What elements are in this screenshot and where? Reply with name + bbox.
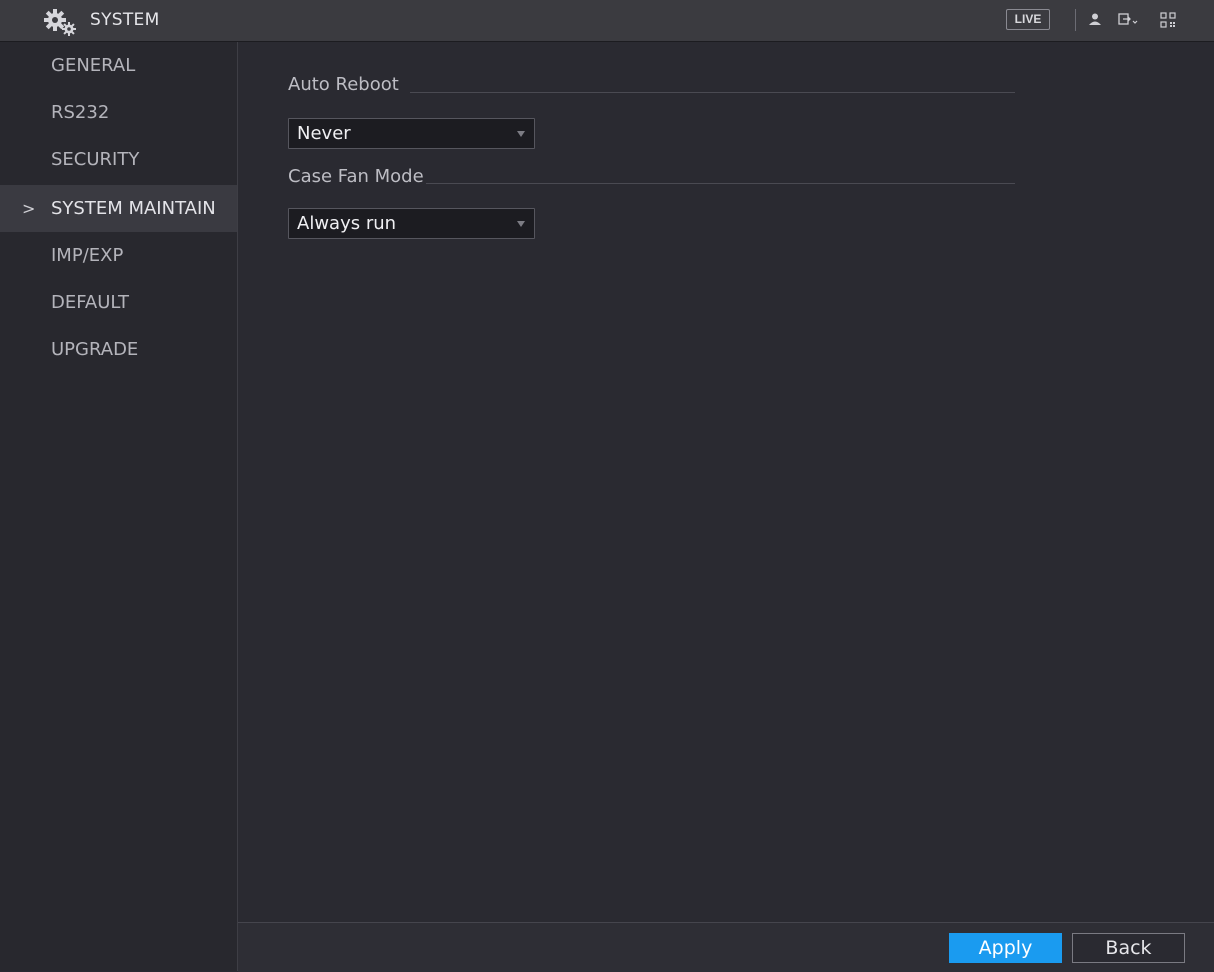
top-bar: SYSTEM LIVE [0, 0, 1214, 42]
sidebar-item-upgrade[interactable]: UPGRADE [0, 326, 237, 373]
divider [1075, 9, 1076, 31]
footer: Apply Back [238, 922, 1214, 972]
sidebar-item-system-maintain[interactable]: > SYSTEM MAINTAIN [0, 185, 237, 232]
section-divider [410, 92, 1015, 93]
sidebar-item-default[interactable]: DEFAULT [0, 279, 237, 326]
dropdown-arrow-icon [517, 131, 525, 137]
sidebar-item-label: SYSTEM MAINTAIN [51, 198, 216, 219]
dropdown-arrow-icon [517, 221, 525, 227]
section-divider [426, 183, 1015, 184]
qr-code-icon[interactable] [1160, 12, 1176, 28]
main-content: Auto Reboot Never Case Fan Mode Always r… [238, 42, 1214, 922]
sidebar-item-label: RS232 [51, 102, 110, 123]
case-fan-mode-label: Case Fan Mode [288, 166, 424, 187]
apply-button[interactable]: Apply [949, 933, 1062, 963]
sidebar-item-imp-exp[interactable]: IMP/EXP [0, 232, 237, 279]
sidebar-item-label: SECURITY [51, 149, 140, 170]
sidebar-item-label: UPGRADE [51, 339, 139, 360]
auto-reboot-label: Auto Reboot [288, 74, 399, 95]
sidebar-item-label: GENERAL [51, 55, 136, 76]
case-fan-mode-value: Always run [297, 213, 397, 234]
sidebar-item-label: DEFAULT [51, 292, 129, 313]
logout-icon[interactable] [1118, 12, 1138, 26]
app-title: SYSTEM [90, 10, 160, 30]
sidebar-item-security[interactable]: SECURITY [0, 136, 237, 183]
case-fan-mode-select[interactable]: Always run [288, 208, 535, 239]
user-icon[interactable] [1088, 12, 1102, 26]
sidebar-item-general[interactable]: GENERAL [0, 42, 237, 89]
live-button[interactable]: LIVE [1006, 9, 1050, 30]
back-button[interactable]: Back [1072, 933, 1185, 963]
auto-reboot-select[interactable]: Never [288, 118, 535, 149]
sidebar-item-label: IMP/EXP [51, 245, 124, 266]
chevron-right-icon: > [22, 199, 36, 218]
sidebar: GENERAL RS232 SECURITY > SYSTEM MAINTAIN… [0, 42, 238, 971]
gears-icon [44, 9, 76, 36]
auto-reboot-value: Never [297, 123, 351, 144]
sidebar-item-rs232[interactable]: RS232 [0, 89, 237, 136]
